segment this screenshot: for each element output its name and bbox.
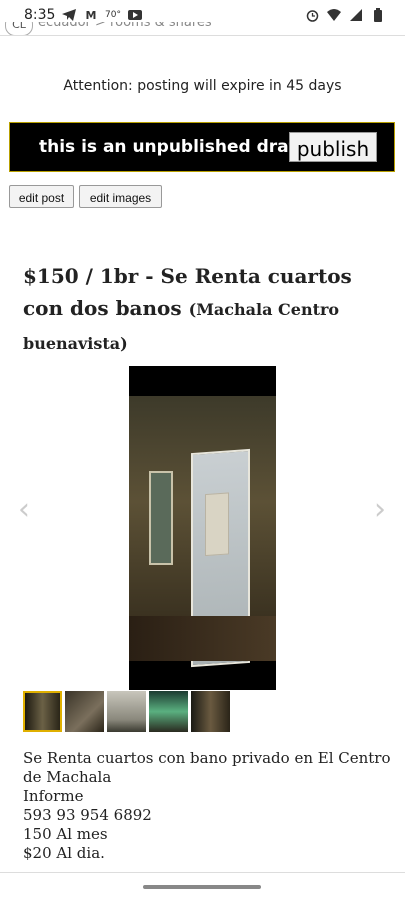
site-logo[interactable]: CL — [5, 22, 33, 36]
weather-icon: 70° — [105, 10, 121, 20]
body-line: $20 Al dia. — [23, 844, 105, 862]
page-header: CL ecuador > rooms & shares — [0, 22, 405, 36]
telegram-icon — [62, 8, 76, 22]
header-divider — [0, 35, 405, 36]
edit-images-button[interactable]: edit images — [79, 185, 162, 208]
body-line: 150 Al mes — [23, 825, 108, 843]
body-line: Se Renta cuartos con bano privado en El … — [23, 749, 391, 786]
posting-title: $150 / 1br - Se Renta cuartos con dos ba… — [23, 260, 388, 360]
bottom-divider — [0, 872, 405, 873]
publish-button[interactable]: publish — [289, 132, 377, 162]
photo-floor — [129, 616, 276, 661]
expiry-notice: Attention: posting will expire in 45 day… — [63, 78, 342, 94]
alarm-icon — [305, 8, 319, 22]
prev-image-arrow[interactable]: ‹ — [18, 492, 30, 527]
gallery-photo — [129, 396, 276, 668]
body-line: 593 93 954 6892 — [23, 806, 152, 824]
photo-window — [149, 471, 173, 565]
posting-body: Se Renta cuartos con bano privado en El … — [23, 749, 393, 863]
status-icons-left: M 70° — [62, 8, 142, 22]
gmail-icon: M — [85, 8, 97, 22]
image-gallery[interactable] — [129, 366, 276, 690]
next-image-arrow[interactable]: › — [374, 492, 386, 527]
thumbnail[interactable] — [107, 691, 146, 732]
status-time: 8:35 — [24, 7, 56, 23]
youtube-icon — [128, 8, 142, 22]
photo-door-inner — [205, 492, 229, 557]
breadcrumb[interactable]: ecuador > rooms & shares — [38, 22, 212, 30]
draft-message: this is an unpublished draft. — [39, 137, 311, 157]
draft-banner: this is an unpublished draft. publish — [9, 122, 395, 172]
thumbnail[interactable] — [65, 691, 104, 732]
wifi-icon — [327, 8, 341, 22]
thumbnail[interactable] — [23, 691, 62, 732]
status-icons-right — [305, 8, 385, 22]
thumbnail[interactable] — [191, 691, 230, 732]
thumbnail-strip — [23, 691, 230, 732]
body-line: Informe — [23, 787, 84, 805]
gesture-nav-bar[interactable] — [143, 885, 261, 889]
edit-post-button[interactable]: edit post — [9, 185, 74, 208]
signal-icon — [349, 8, 363, 22]
battery-icon — [371, 8, 385, 22]
thumbnail[interactable] — [149, 691, 188, 732]
